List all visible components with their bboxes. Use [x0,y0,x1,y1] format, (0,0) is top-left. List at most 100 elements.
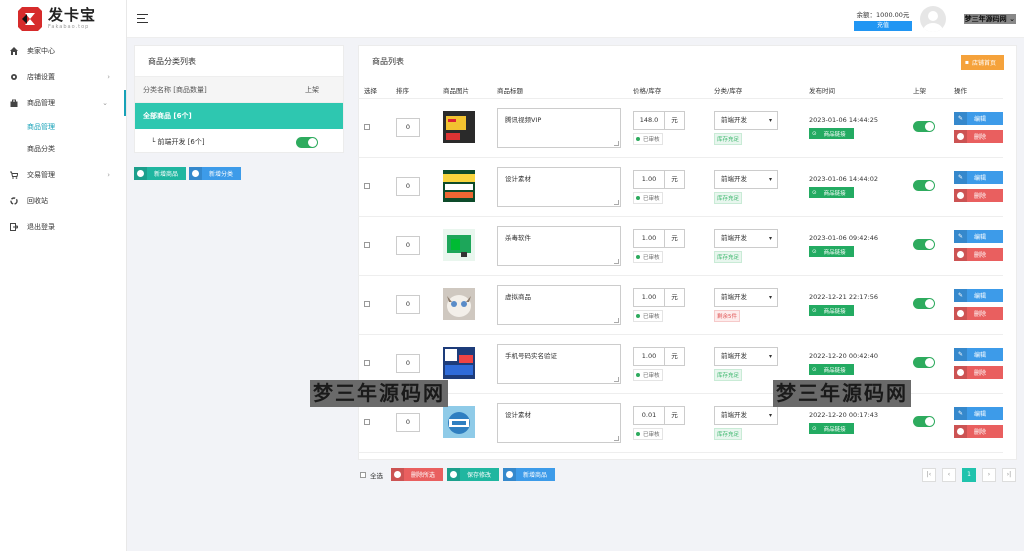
title-textarea[interactable]: 手机号码实名验证 [497,343,621,384]
product-link-button[interactable]: ⊙ 商品链接 [809,364,854,375]
sort-input[interactable]: 0 [396,177,420,196]
on-shelf-toggle[interactable] [913,357,935,368]
edit-button[interactable]: ✎ 编辑 [954,407,1003,420]
price-input[interactable]: 148.0 [633,110,665,130]
title-textarea[interactable]: 设计素材 [497,402,621,443]
add-category-button[interactable]: 新增分类 [189,167,242,180]
page-current[interactable]: 1 [962,468,976,482]
sidebar-item-recycle-bin[interactable]: 回收站 [0,188,126,214]
page-last[interactable]: ›| [1002,468,1016,482]
delete-button[interactable]: 删除 [954,307,1003,320]
goods-panel-title: 商品列表 [372,57,404,66]
page-prev[interactable]: ‹ [942,468,956,482]
category-toggle[interactable] [296,136,318,148]
edit-button[interactable]: ✎ 编辑 [954,112,1003,125]
close-circle-icon [957,192,964,199]
category-select[interactable]: 前端开发 [714,169,778,189]
menu-toggle-icon[interactable] [137,14,148,23]
edit-button[interactable]: ✎ 编辑 [954,230,1003,243]
row-checkbox[interactable] [364,241,370,248]
on-shelf-toggle[interactable] [913,298,935,309]
brand-logo[interactable]: 发卡宝 Fakabao.top [0,0,126,38]
row-checkbox[interactable] [364,182,370,189]
sidebar-item-shop-settings[interactable]: 店铺设置 › [0,64,126,90]
link-icon: ⊙ [812,366,817,373]
submenu-goods-management[interactable]: 商品管理 [0,116,126,138]
delete-button[interactable]: 删除 [954,425,1003,438]
product-link-button[interactable]: ⊙ 商品链接 [809,128,854,139]
product-thumbnail[interactable] [443,405,475,440]
product-link-button[interactable]: ⊙ 商品链接 [809,423,854,434]
delete-button[interactable]: 删除 [954,366,1003,379]
recycle-icon [9,196,19,206]
category-row[interactable]: └ 前端开发 [6个] [135,129,343,155]
cell-date: 2023-01-06 14:44:02 ⊙ 商品链接 [803,157,907,217]
save-changes-button[interactable]: 保存修改 [447,468,500,481]
title-textarea[interactable]: 腾讯视频VIP [497,107,621,148]
col-date: 发布时间 [803,82,907,99]
sort-input[interactable]: 0 [396,236,420,255]
sidebar-item-label: 店铺设置 [27,73,55,81]
delete-button[interactable]: 删除 [954,248,1003,261]
edit-button[interactable]: ✎ 编辑 [954,289,1003,302]
sidebar-item-trade-management[interactable]: 交易管理 › [0,162,126,188]
category-select[interactable]: 前端开发 [714,346,778,366]
audit-badge: 已审核 [633,132,663,145]
category-select[interactable]: 前端开发 [714,228,778,248]
category-select[interactable]: 前端开发 [714,110,778,130]
sort-input[interactable]: 0 [396,118,420,137]
cell-sort: 0 [390,216,437,276]
category-all-row[interactable]: 全部商品 [6个] [135,103,343,129]
price-input[interactable]: 0.01 [633,405,665,425]
submenu-goods-category[interactable]: 商品分类 [0,138,126,160]
title-textarea[interactable]: 杀毒软件 [497,225,621,266]
on-shelf-toggle[interactable] [913,180,935,191]
product-thumbnail[interactable] [443,110,475,145]
edit-button[interactable]: ✎ 编辑 [954,348,1003,361]
on-shelf-toggle[interactable] [913,239,935,250]
pencil-icon: ✎ [954,112,967,125]
title-textarea[interactable]: 设计素材 [497,166,621,207]
product-link-button[interactable]: ⊙ 商品链接 [809,187,854,198]
delete-button[interactable]: 删除 [954,130,1003,143]
user-menu[interactable]: 梦三年源码网 ⌄ [963,14,1016,24]
delete-selected-button[interactable]: 删除所选 [391,468,444,481]
sidebar-item-logout[interactable]: 退出登录 [0,214,126,240]
price-input[interactable]: 1.00 [633,169,665,189]
price-input[interactable]: 1.00 [633,287,665,307]
row-checkbox[interactable] [364,359,370,366]
sidebar-item-seller-center[interactable]: 卖家中心 [0,38,126,64]
avatar[interactable] [920,6,946,32]
product-thumbnail[interactable] [443,169,475,204]
cell-date: 2023-01-06 09:42:46 ⊙ 商品链接 [803,216,907,276]
edit-button[interactable]: ✎ 编辑 [954,171,1003,184]
category-select[interactable]: 前端开发 [714,405,778,425]
price-input[interactable]: 1.00 [633,228,665,248]
sort-input[interactable]: 0 [396,354,420,373]
cell-title: 设计素材 [491,157,627,217]
product-thumbnail[interactable] [443,287,475,322]
product-link-button[interactable]: ⊙ 商品链接 [809,246,854,257]
delete-button[interactable]: 删除 [954,189,1003,202]
add-goods-bottom-button[interactable]: 新增商品 [503,468,556,481]
page-next[interactable]: › [982,468,996,482]
row-checkbox[interactable] [364,123,370,130]
recharge-button[interactable]: 充值 [854,21,912,31]
sidebar-item-goods-management[interactable]: 商品管理 ⌄ [0,90,126,116]
on-shelf-toggle[interactable] [913,416,935,427]
product-thumbnail[interactable] [443,228,475,263]
select-all-checkbox[interactable] [360,471,366,478]
category-select[interactable]: 前端开发 [714,287,778,307]
add-goods-button[interactable]: 新增商品 [134,167,187,180]
row-checkbox[interactable] [364,300,370,307]
price-input[interactable]: 1.00 [633,346,665,366]
on-shelf-toggle[interactable] [913,121,935,132]
page-first[interactable]: |‹ [922,468,936,482]
row-checkbox[interactable] [364,418,370,425]
shop-home-button[interactable]: ▪ 店铺首页 [960,55,1004,70]
sort-input[interactable]: 0 [396,295,420,314]
cell-price: 1.00 元 已审核 [627,275,708,335]
title-textarea[interactable]: 虚拟商品 [497,284,621,325]
product-link-button[interactable]: ⊙ 商品链接 [809,305,854,316]
sort-input[interactable]: 0 [396,413,420,432]
